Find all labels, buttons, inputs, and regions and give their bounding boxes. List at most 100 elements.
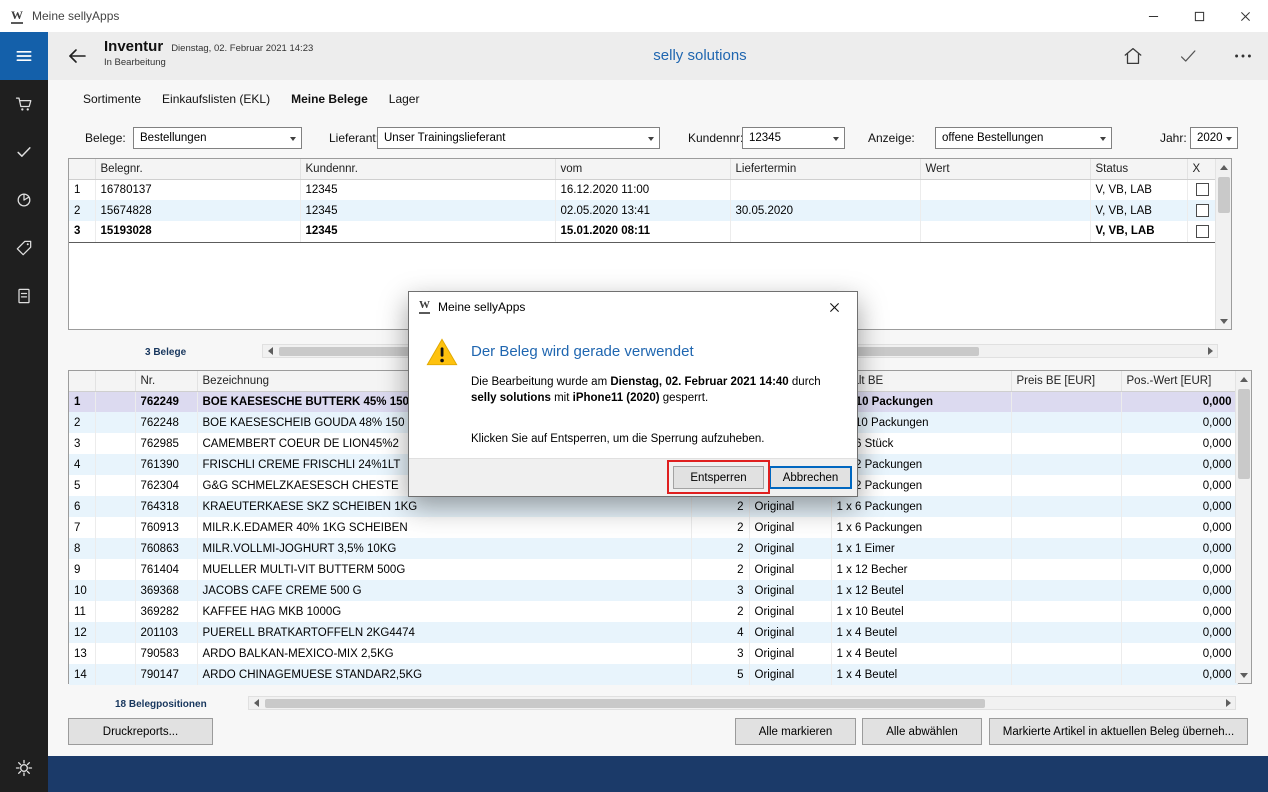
table-row[interactable]: 10 369368 JACOBS CAFE CREME 500 G 3 Orig…: [69, 580, 1237, 601]
sidebar-item-settings[interactable]: [0, 744, 48, 792]
scroll-thumb[interactable]: [1238, 389, 1250, 479]
cell-rownum: 5: [69, 475, 95, 496]
confirm-button[interactable]: [1168, 42, 1208, 70]
col-wert[interactable]: Wert: [920, 159, 1090, 179]
dialog-close-button[interactable]: [812, 292, 857, 322]
entsperren-button[interactable]: Entsperren: [673, 466, 764, 489]
tab-lager[interactable]: Lager: [389, 92, 420, 106]
table-row[interactable]: 3 15193028 12345 15.01.2020 08:11 V, VB,…: [69, 221, 1217, 242]
cell-inhalt-be: 1 x 10 Packungen: [831, 391, 1011, 412]
message-segment: Die Bearbeitung wurde am: [471, 376, 610, 388]
menu-button[interactable]: [0, 32, 48, 80]
table-row[interactable]: 8 760863 MILR.VOLLMI-JOGHURT 3,5% 10KG 2…: [69, 538, 1237, 559]
home-button[interactable]: [1113, 42, 1153, 70]
cell-menge: 2: [691, 517, 749, 538]
anzeige-select[interactable]: offene Bestellungen: [935, 127, 1112, 149]
col-belegnr[interactable]: Belegnr.: [95, 159, 300, 179]
back-button[interactable]: [61, 43, 93, 69]
close-button[interactable]: [1222, 0, 1268, 32]
col-nr[interactable]: Nr.: [135, 371, 197, 391]
jahr-select-value: 2020: [1197, 132, 1223, 144]
col-vom[interactable]: vom: [555, 159, 730, 179]
row-checkbox[interactable]: [1196, 183, 1209, 196]
scroll-thumb[interactable]: [265, 699, 985, 708]
cell-original: Original: [749, 559, 831, 580]
table-row[interactable]: 9 761404 MUELLER MULTI-VIT BUTTERM 500G …: [69, 559, 1237, 580]
scroll-down-icon: [1220, 319, 1228, 324]
col-pos-wert[interactable]: Pos.-Wert [EUR]: [1121, 371, 1237, 391]
kundennr-select[interactable]: 12345: [742, 127, 845, 149]
window-title: Meine sellyApps: [32, 9, 119, 23]
cell-flag: [95, 622, 135, 643]
jahr-filter-label: Jahr:: [1160, 127, 1187, 149]
cell-flag: [95, 412, 135, 433]
scroll-thumb[interactable]: [1218, 177, 1230, 213]
col-liefertermin[interactable]: Liefertermin: [730, 159, 920, 179]
tab-sortimente[interactable]: Sortimente: [83, 92, 141, 106]
belege-vertical-scrollbar[interactable]: [1215, 159, 1231, 329]
col-x[interactable]: X: [1187, 159, 1217, 179]
row-checkbox[interactable]: [1196, 204, 1209, 217]
cell-preis-be: [1011, 643, 1121, 664]
table-row[interactable]: 11 369282 KAFFEE HAG MKB 1000G 2 Origina…: [69, 601, 1237, 622]
jahr-select[interactable]: 2020: [1190, 127, 1238, 149]
druckreports-button[interactable]: Druckreports...: [68, 718, 213, 745]
cell-pos-wert: 0,000: [1121, 454, 1237, 475]
maximize-button[interactable]: [1176, 0, 1222, 32]
table-row[interactable]: 6 764318 KRAEUTERKAESE SKZ SCHEIBEN 1KG …: [69, 496, 1237, 517]
home-icon: [1122, 45, 1144, 67]
cell-preis-be: [1011, 664, 1121, 685]
sidebar-item-cart[interactable]: [0, 80, 48, 128]
cell-flag: [95, 538, 135, 559]
table-row[interactable]: 13 790583 ARDO BALKAN-MEXICO-MIX 2,5KG 3…: [69, 643, 1237, 664]
scroll-down-icon: [1240, 673, 1248, 678]
table-row[interactable]: 1 16780137 12345 16.12.2020 11:00 V, VB,…: [69, 179, 1217, 200]
sidebar-item-tasks[interactable]: [0, 128, 48, 176]
tab-bar: Sortimente Einkaufslisten (EKL) Meine Be…: [83, 92, 419, 106]
cell-select: [1187, 221, 1217, 242]
tab-einkaufslisten[interactable]: Einkaufslisten (EKL): [162, 92, 270, 106]
alle-abwaehlen-button[interactable]: Alle abwählen: [862, 718, 982, 745]
minimize-icon: [1148, 11, 1159, 22]
cell-nr: 790147: [135, 664, 197, 685]
tab-meine-belege[interactable]: Meine Belege: [291, 92, 368, 106]
minimize-button[interactable]: [1130, 0, 1176, 32]
sidebar-item-prices[interactable]: [0, 224, 48, 272]
dialog-message: Die Bearbeitung wurde am Dienstag, 02. F…: [471, 375, 843, 406]
cell-menge: 4: [691, 622, 749, 643]
cell-status: V, VB, LAB: [1090, 200, 1187, 221]
cell-nr: 761404: [135, 559, 197, 580]
cell-nr: 762304: [135, 475, 197, 496]
belege-select[interactable]: Bestellungen: [133, 127, 302, 149]
abbrechen-button[interactable]: Abbrechen: [769, 466, 852, 489]
positions-horizontal-scrollbar[interactable]: [248, 696, 1236, 710]
cell-preis-be: [1011, 601, 1121, 622]
cell-menge: 2: [691, 601, 749, 622]
app-logo-icon: W: [11, 9, 23, 24]
warning-icon: [426, 336, 458, 368]
row-checkbox[interactable]: [1196, 225, 1209, 238]
pie-chart-icon: [14, 190, 34, 210]
more-options-button[interactable]: [1223, 42, 1263, 70]
cell-original: Original: [749, 664, 831, 685]
table-row[interactable]: 14 790147 ARDO CHINAGEMUESE STANDAR2,5KG…: [69, 664, 1237, 685]
app-logo-icon: W: [419, 300, 430, 314]
sidebar-item-reports[interactable]: [0, 176, 48, 224]
scroll-right-icon: [1208, 347, 1213, 355]
positions-vertical-scrollbar[interactable]: [1235, 371, 1251, 683]
alle-markieren-button[interactable]: Alle markieren: [735, 718, 856, 745]
page-title-block: Inventur Dienstag, 02. Februar 2021 14:2…: [104, 38, 313, 68]
titlebar: W Meine sellyApps: [0, 0, 1268, 32]
col-status[interactable]: Status: [1090, 159, 1187, 179]
col-inhalt-be[interactable]: Inhalt BE: [831, 371, 1011, 391]
table-row[interactable]: 7 760913 MILR.K.EDAMER 40% 1KG SCHEIBEN …: [69, 517, 1237, 538]
cell-belegnr: 15193028: [95, 221, 300, 242]
uebernehmen-button[interactable]: Markierte Artikel in aktuellen Beleg übe…: [989, 718, 1248, 745]
table-row[interactable]: 2 15674828 12345 02.05.2020 13:41 30.05.…: [69, 200, 1217, 221]
sidebar-item-catalog[interactable]: [0, 272, 48, 320]
col-kundennr[interactable]: Kundennr.: [300, 159, 555, 179]
table-row[interactable]: 12 201103 PUERELL BRATKARTOFFELN 2KG4474…: [69, 622, 1237, 643]
col-preis-be[interactable]: Preis BE [EUR]: [1011, 371, 1121, 391]
lieferant-select[interactable]: Unser Trainingslieferant: [377, 127, 660, 149]
close-icon: [829, 302, 840, 313]
